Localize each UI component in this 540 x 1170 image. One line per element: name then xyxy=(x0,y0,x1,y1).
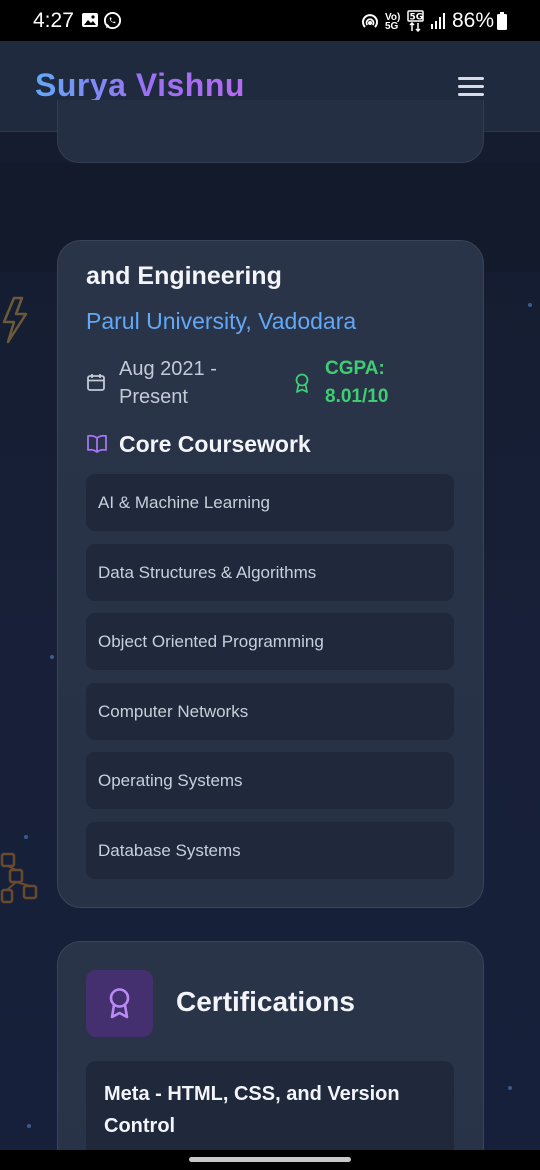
volte-5g-label: 5G xyxy=(385,21,399,32)
5g-data-icon: 5G xyxy=(407,10,424,32)
university-name: Parul University, Vadodara xyxy=(86,308,357,334)
coursework-item: Operating Systems xyxy=(86,752,454,809)
coursework-item: Data Structures & Algorithms xyxy=(86,544,454,601)
svg-text:5G: 5G xyxy=(410,13,424,23)
background-dot xyxy=(508,1086,512,1090)
gallery-notification-icon xyxy=(82,13,98,27)
whatsapp-notification-icon xyxy=(103,11,122,30)
coursework-item: Database Systems xyxy=(86,822,454,879)
background-dot xyxy=(50,655,54,659)
background-dot xyxy=(528,303,532,307)
previous-card xyxy=(57,100,484,163)
background-dot xyxy=(27,1124,31,1128)
coursework-item: Computer Networks xyxy=(86,683,454,740)
degree-title: and Engineering xyxy=(86,262,282,290)
background-dot xyxy=(24,835,28,839)
signal-strength-icon xyxy=(431,13,445,29)
coursework-item: Object Oriented Programming xyxy=(86,613,454,670)
certification-icon-box xyxy=(86,970,153,1037)
lightning-icon xyxy=(2,296,28,344)
status-time: 4:27 xyxy=(33,9,74,32)
hamburger-menu-icon-line xyxy=(458,85,484,88)
award-icon xyxy=(109,988,130,1019)
award-icon xyxy=(295,373,309,393)
coursework-heading: Core Coursework xyxy=(119,431,311,457)
home-gesture-handle[interactable] xyxy=(189,1157,351,1162)
book-open-icon xyxy=(87,434,107,453)
hamburger-menu-icon xyxy=(458,77,484,80)
brand-logo[interactable]: Surya Vishnu xyxy=(35,67,245,104)
coursework-item: AI & Machine Learning xyxy=(86,474,454,531)
volte-indicator: Vo) 5G xyxy=(385,13,400,32)
hotspot-icon xyxy=(362,14,378,28)
cgpa-value: CGPA: 8.01/10 xyxy=(325,358,389,407)
certifications-heading: Certifications xyxy=(176,986,355,1017)
battery-icon xyxy=(497,12,507,30)
status-bar: 4:27 Vo) 5G 5G 86% xyxy=(0,0,540,42)
calendar-icon xyxy=(87,374,105,391)
flowchart-icon xyxy=(0,852,38,904)
certification-item-title: Meta - HTML, CSS, and Version Control xyxy=(104,1083,400,1137)
battery-percentage: 86% xyxy=(451,9,494,32)
hamburger-menu-icon-line xyxy=(458,93,484,96)
education-date: Aug 2021 - Present xyxy=(119,358,217,408)
